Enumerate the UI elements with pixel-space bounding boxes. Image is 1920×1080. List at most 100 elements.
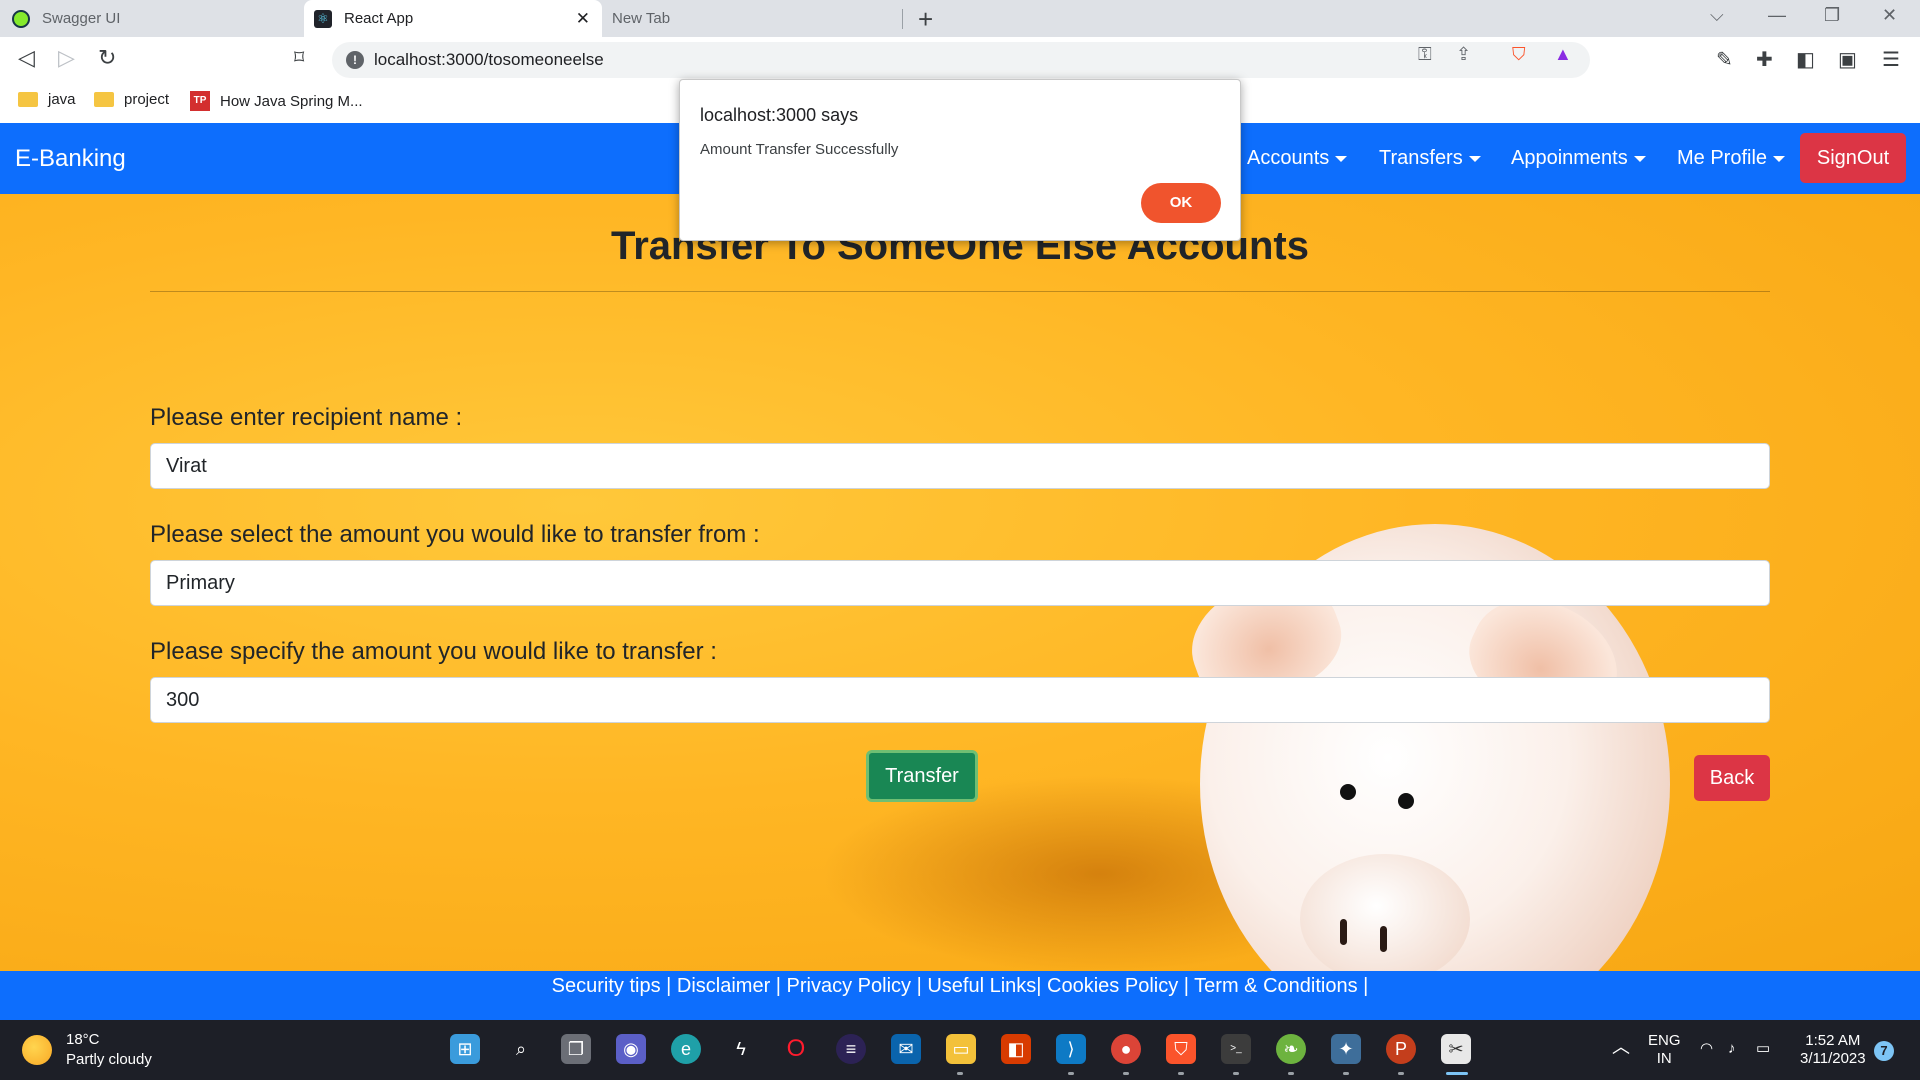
forward-nav-icon[interactable]: ▷ [58, 45, 75, 71]
pen-icon[interactable]: ✎ [1716, 47, 1733, 72]
running-indicator [1343, 1072, 1349, 1075]
from-account-label: Please select the amount you would like … [150, 521, 760, 548]
vscode-icon[interactable]: ⟩ [1056, 1034, 1086, 1064]
search-icon[interactable]: ⌕ [506, 1034, 536, 1064]
spring-icon[interactable]: ❧ [1276, 1034, 1306, 1064]
running-indicator [1288, 1072, 1294, 1075]
footer-link-cookies-policy[interactable]: Cookies Policy [1047, 975, 1178, 997]
dialog-message: Amount Transfer Successfully [700, 141, 899, 158]
tab-title: New Tab [612, 10, 671, 27]
chrome-icon[interactable]: ● [1111, 1034, 1141, 1064]
clock-date: 3/11/2023 [1800, 1050, 1866, 1067]
language-code: ENG [1648, 1032, 1681, 1049]
new-tab-button[interactable]: + [918, 4, 933, 35]
app-bolt-icon[interactable]: ϟ [726, 1034, 756, 1064]
caret-down-icon [1773, 155, 1786, 162]
piggy-nostril [1380, 926, 1387, 952]
tab-react-app[interactable]: ⚛ React App ✕ [304, 0, 602, 37]
alert-dialog: localhost:3000 says Amount Transfer Succ… [679, 79, 1241, 241]
extensions-icon[interactable]: ✚ [1756, 47, 1773, 72]
office-icon[interactable]: ◧ [1001, 1034, 1031, 1064]
eclipse-icon[interactable]: ≡ [836, 1034, 866, 1064]
bookmark-label: project [124, 91, 170, 108]
battery-icon[interactable]: ▭ [1756, 1040, 1770, 1058]
folder-icon [18, 92, 38, 107]
reload-icon[interactable]: ↻ [98, 45, 116, 71]
brave-rewards-icon[interactable]: ▲ [1554, 44, 1572, 65]
bookmark-java[interactable]: java [18, 91, 76, 108]
footer-link-terms[interactable]: Term & Conditions [1194, 975, 1357, 997]
opera-icon[interactable]: O [781, 1034, 811, 1064]
menu-icon[interactable]: ☰ [1882, 47, 1900, 72]
nav-label: Accounts [1247, 147, 1330, 169]
brave-icon[interactable]: ⛉ [1166, 1034, 1196, 1064]
tab-swagger-ui[interactable]: Swagger UI [12, 0, 302, 37]
nav-transfers-dropdown[interactable]: Transfers [1379, 147, 1481, 170]
clock-time: 1:52 AM [1805, 1032, 1861, 1049]
bookmark-java-spring[interactable]: TP How Java Spring M... [190, 91, 363, 111]
close-tab-icon[interactable]: ✕ [576, 9, 590, 29]
clock[interactable]: 1:52 AM 3/11/2023 [1800, 1032, 1866, 1068]
recipient-name-input[interactable]: Virat [150, 443, 1770, 489]
footer-separator: | [770, 975, 787, 997]
wallet-icon[interactable]: ▣ [1838, 47, 1857, 72]
nav-accounts-dropdown[interactable]: Accounts [1247, 147, 1348, 170]
edge-icon[interactable]: e [671, 1034, 701, 1064]
key-icon[interactable]: ⚿ [1418, 44, 1432, 65]
powerpoint-icon[interactable]: P [1386, 1034, 1416, 1064]
running-indicator [957, 1072, 963, 1075]
restore-icon[interactable]: ❐ [1824, 5, 1840, 26]
start-icon[interactable]: ⊞ [450, 1034, 480, 1064]
file-explorer-icon[interactable]: ▭ [946, 1034, 976, 1064]
bookmark-project[interactable]: project [94, 91, 169, 108]
running-indicator [1178, 1072, 1184, 1075]
bookmark-icon[interactable]: ⌑ [294, 45, 304, 70]
snipping-tool-icon[interactable]: ✂ [1441, 1034, 1471, 1064]
volume-icon[interactable]: ♪ [1728, 1040, 1736, 1058]
address-bar[interactable]: ! localhost:3000/tosomeoneelse [332, 42, 1590, 78]
dialog-origin: localhost:3000 says [700, 105, 859, 125]
from-account-input[interactable]: Primary [150, 560, 1770, 606]
nav-me-profile-dropdown[interactable]: Me Profile [1677, 147, 1786, 170]
amount-label: Please specify the amount you would like… [150, 638, 717, 665]
tab-search-icon[interactable]: ⌵ [1710, 5, 1724, 26]
teams-chat-icon[interactable]: ◉ [616, 1034, 646, 1064]
close-window-icon[interactable]: ✕ [1882, 5, 1897, 26]
running-indicator [1398, 1072, 1404, 1075]
weather-temperature: 18°C [66, 1031, 100, 1048]
mysql-workbench-icon[interactable]: ✦ [1331, 1034, 1361, 1064]
nav-appoinments-dropdown[interactable]: Appoinments [1511, 147, 1646, 170]
folder-icon [94, 92, 114, 107]
task-view-icon[interactable]: ❐ [561, 1034, 591, 1064]
footer-link-disclaimer[interactable]: Disclaimer [677, 975, 770, 997]
transfer-button[interactable]: Transfer [866, 750, 978, 802]
url-text: localhost:3000/tosomeoneelse [374, 50, 604, 69]
dialog-ok-button[interactable]: OK [1141, 183, 1221, 223]
sidebar-icon[interactable]: ◧ [1796, 47, 1815, 72]
bookmark-label: How Java Spring M... [220, 92, 363, 110]
signout-button[interactable]: SignOut [1800, 133, 1906, 183]
brand-logo[interactable]: E-Banking [15, 145, 126, 173]
footer-link-privacy-policy[interactable]: Privacy Policy [787, 975, 911, 997]
chevron-up-icon[interactable]: ︿ [1612, 1038, 1630, 1056]
footer-links: Security tips | Disclaimer | Privacy Pol… [0, 971, 1920, 1020]
weather-widget[interactable]: 18°C Partly cloudy [22, 1030, 152, 1070]
site-info-icon[interactable]: ! [346, 51, 364, 69]
terminal-icon[interactable]: >_ [1221, 1034, 1251, 1064]
language-indicator[interactable]: ENG IN [1648, 1032, 1681, 1068]
tab-new-tab[interactable]: New Tab [612, 0, 902, 37]
share-icon[interactable]: ⇪ [1456, 44, 1471, 65]
footer-link-useful-links[interactable]: Useful Links [927, 975, 1036, 997]
back-nav-icon[interactable]: ◁ [18, 45, 35, 71]
running-indicator [1123, 1072, 1129, 1075]
wifi-icon[interactable]: ◠ [1700, 1040, 1713, 1058]
recipient-label: Please enter recipient name : [150, 404, 463, 431]
notification-badge[interactable]: 7 [1874, 1041, 1894, 1061]
brave-shield-icon[interactable]: ⛉ [1512, 44, 1526, 65]
tp-icon: TP [190, 91, 210, 111]
minimize-icon[interactable]: — [1768, 5, 1786, 26]
amount-input[interactable]: 300 [150, 677, 1770, 723]
footer-link-security-tips[interactable]: Security tips [552, 975, 661, 997]
back-button[interactable]: Back [1694, 755, 1770, 801]
mail-icon[interactable]: ✉ [891, 1034, 921, 1064]
